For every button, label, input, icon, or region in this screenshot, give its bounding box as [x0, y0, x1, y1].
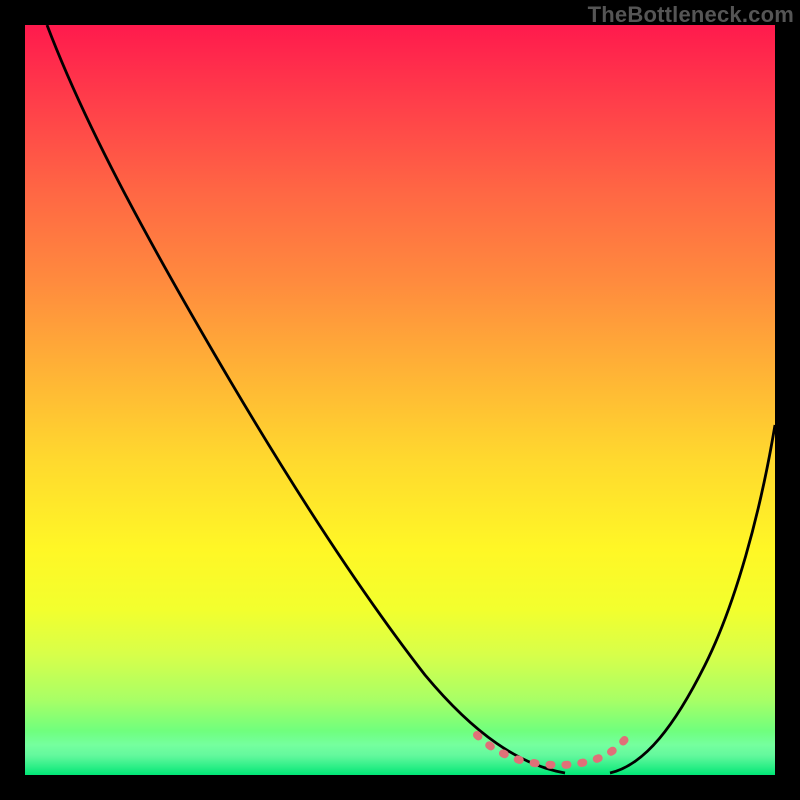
left-curve: [47, 25, 565, 773]
optimal-zone-dots: [477, 735, 627, 765]
watermark-text: TheBottleneck.com: [588, 2, 794, 28]
curve-layer: [25, 25, 775, 775]
right-curve: [610, 425, 775, 773]
plot-area: [25, 25, 775, 775]
